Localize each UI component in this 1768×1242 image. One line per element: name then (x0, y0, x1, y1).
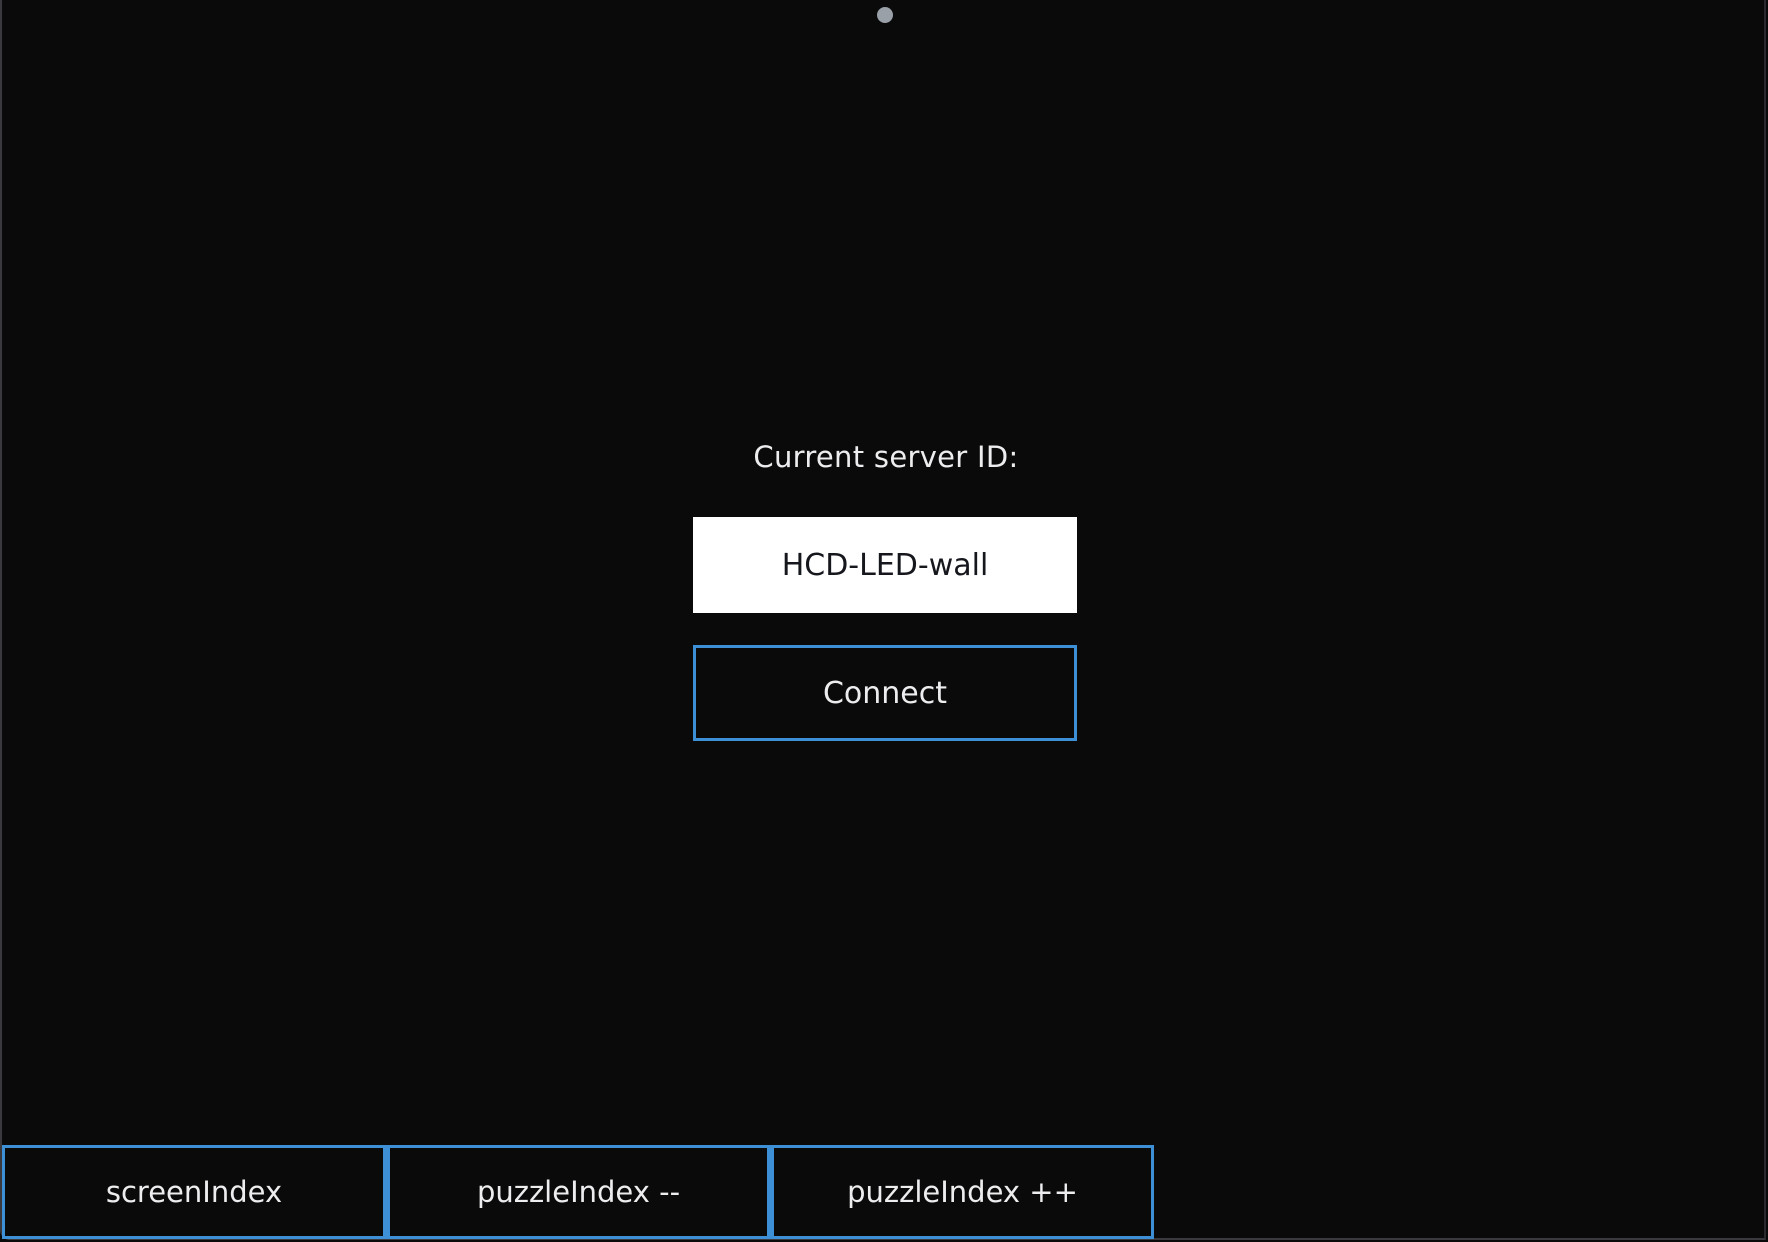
camera-indicator-icon (877, 7, 893, 23)
connect-button[interactable]: Connect (693, 645, 1077, 741)
app-screen: Current server ID: Connect screenIndex p… (0, 0, 1766, 1240)
server-id-input[interactable] (693, 517, 1077, 613)
bottom-toolbar: screenIndex puzzleIndex -- puzzleIndex +… (2, 1145, 1154, 1239)
screen-index-button[interactable]: screenIndex (2, 1145, 386, 1239)
puzzle-index-increment-button[interactable]: puzzleIndex ++ (770, 1145, 1154, 1239)
puzzle-index-decrement-button[interactable]: puzzleIndex -- (386, 1145, 770, 1239)
server-id-label: Current server ID: (753, 440, 1019, 474)
